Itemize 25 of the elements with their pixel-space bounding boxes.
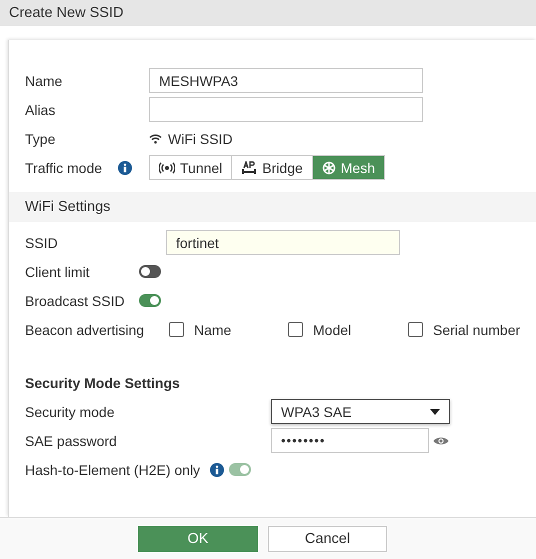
field-label: Traffic mode [25, 160, 102, 176]
checkbox-label: Model [313, 322, 352, 338]
field-label: Alias [25, 102, 56, 118]
field-label: Beacon advertising [25, 322, 146, 338]
name-input-field[interactable]: MESHWPA3 [149, 68, 423, 93]
password-input-field[interactable]: •••••••• [271, 428, 429, 453]
checkbox-label: Name [194, 322, 232, 338]
cancel-button[interactable]: Cancel [268, 526, 387, 552]
security-mode-dropdown[interactable]: WPA3 SAE [271, 399, 450, 424]
dialog-title: Create New SSID [0, 0, 536, 26]
field-label: Security mode [25, 404, 116, 420]
section-title: Security Mode Settings [24, 374, 181, 393]
ok-button[interactable]: OK [138, 526, 258, 552]
section-title: WiFi Settings [25, 199, 110, 215]
field-label: SAE password [25, 432, 118, 448]
type-value: WiFi SSID [168, 130, 233, 146]
field-label: Type [25, 130, 56, 146]
field-label: Name [25, 72, 64, 88]
field-label: Client limit [25, 264, 91, 280]
traffic-mode-option[interactable]: Mesh [312, 156, 384, 179]
checkbox-label: Serial number [433, 322, 520, 338]
field-label: Broadcast SSID [25, 292, 126, 308]
ssid-input-field[interactable]: fortinet [166, 230, 400, 255]
field-label: Hash-to-Element (H2E) only [25, 462, 200, 478]
field-label: SSID [25, 234, 59, 250]
